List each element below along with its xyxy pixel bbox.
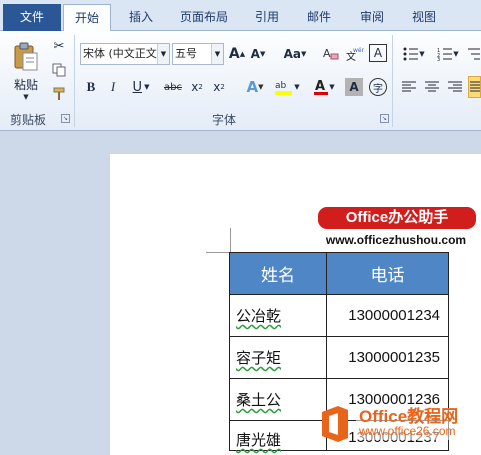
align-center-icon[interactable]	[423, 77, 441, 97]
phonetic-guide-icon[interactable]: 文 wén	[345, 44, 365, 64]
shrink-font-icon[interactable]: A ▼	[249, 44, 267, 64]
strikethrough-icon[interactable]: abc	[162, 77, 184, 97]
watermark-title: Office教程网	[359, 407, 459, 426]
site-watermark: Office教程网 www.office26.com	[318, 404, 462, 444]
tab-review[interactable]: 审阅	[350, 4, 394, 31]
font-group-label: 字体	[212, 113, 237, 127]
name-text: 桑土公	[236, 392, 282, 409]
bold-icon[interactable]: B	[82, 77, 100, 97]
character-border-icon[interactable]: A	[369, 44, 387, 62]
clipboard-group-label: 剪贴板	[10, 113, 47, 127]
change-case-icon[interactable]: Aa ▼	[281, 44, 309, 64]
justify-icon[interactable]	[468, 76, 481, 98]
paste-dropdown-icon[interactable]: ▼	[23, 93, 28, 101]
svg-text:A: A	[323, 47, 331, 60]
tab-insert[interactable]: 插入	[119, 4, 163, 31]
name-text: 唐光雄	[236, 432, 282, 449]
tab-home[interactable]: 开始	[63, 4, 111, 32]
format-painter-icon[interactable]	[50, 85, 68, 103]
font-name-combobox[interactable]: 宋体 (中文正文 ▼	[80, 43, 170, 65]
multilevel-list-icon[interactable]	[466, 44, 481, 64]
font-name-value: 宋体 (中文正文	[83, 47, 157, 60]
table-header-row: 姓名 电话	[229, 252, 449, 295]
font-size-value: 五号	[175, 47, 197, 60]
ribbon-home: 粘贴 ▼ ✂ 剪贴板 ↘ 宋体 (中文正文 ▼ 五号 ▼ A ▲ A ▼ Aa ▼ A…	[0, 31, 481, 131]
svg-text:wén: wén	[353, 47, 364, 54]
office-logo-icon	[322, 406, 348, 442]
align-right-icon[interactable]	[446, 77, 464, 97]
table-row: 公冶乾 13000001234	[229, 294, 449, 337]
watermark-url: www.office26.com	[359, 424, 456, 438]
chevron-down-icon[interactable]: ▼	[211, 44, 223, 64]
svg-text:3: 3	[437, 57, 440, 61]
margin-mark	[206, 252, 230, 253]
grow-font-icon[interactable]: A ▲	[228, 44, 246, 64]
svg-text:A: A	[315, 79, 325, 94]
clear-formatting-icon[interactable]: A	[321, 44, 341, 64]
table-row: 容子矩 13000001235	[229, 336, 449, 379]
name-text: 公冶乾	[236, 308, 282, 325]
font-size-combobox[interactable]: 五号 ▼	[172, 43, 224, 65]
superscript-icon[interactable]: x2	[210, 77, 228, 97]
copy-icon[interactable]	[50, 61, 68, 79]
font-color-icon[interactable]: A ▼	[310, 77, 338, 97]
align-left-icon[interactable]	[400, 77, 418, 97]
table-header-cell[interactable]: 姓名	[229, 252, 327, 295]
brand-badge: Office办公助手	[318, 207, 476, 229]
chevron-down-icon[interactable]: ▼	[157, 44, 169, 64]
tab-references[interactable]: 引用	[245, 4, 289, 31]
ribbon-tab-bar: 文件 开始 插入 页面布局 引用 邮件 审阅 视图	[0, 0, 481, 32]
tab-view[interactable]: 视图	[402, 4, 446, 31]
clipboard-launcher-icon[interactable]: ↘	[61, 114, 70, 123]
cut-icon[interactable]: ✂	[50, 37, 68, 55]
phone-cell[interactable]: 13000001235	[326, 336, 449, 379]
svg-text:ab: ab	[275, 81, 287, 91]
tab-file[interactable]: 文件	[3, 4, 61, 31]
brand-url: www.officezhushou.com	[325, 233, 467, 247]
table-header-cell[interactable]: 电话	[326, 252, 449, 295]
name-cell[interactable]: 唐光雄	[229, 420, 327, 451]
underline-icon[interactable]: U ▼	[128, 77, 154, 97]
italic-icon[interactable]: I	[104, 77, 122, 97]
paste-label: 粘贴	[13, 77, 38, 92]
group-divider	[392, 35, 393, 127]
font-launcher-icon[interactable]: ↘	[380, 114, 389, 123]
paste-button[interactable]: 粘贴 ▼	[8, 37, 44, 105]
name-cell[interactable]: 桑土公	[229, 378, 327, 421]
enclose-characters-icon[interactable]: 字	[369, 78, 387, 96]
phone-cell[interactable]: 13000001234	[326, 294, 449, 337]
tab-mailings[interactable]: 邮件	[297, 4, 341, 31]
name-text: 容子矩	[236, 350, 282, 367]
text-highlight-icon[interactable]: ab ▼	[272, 77, 302, 97]
tab-page-layout[interactable]: 页面布局	[172, 4, 236, 31]
text-effects-icon[interactable]: A ▼	[242, 77, 268, 97]
name-cell[interactable]: 容子矩	[229, 336, 327, 379]
bullets-icon[interactable]: ▼	[400, 44, 428, 64]
character-shading-icon[interactable]: A	[345, 78, 363, 96]
name-cell[interactable]: 公冶乾	[229, 294, 327, 337]
numbering-icon[interactable]: 123 ▼	[434, 44, 462, 64]
paste-icon	[14, 42, 38, 70]
subscript-icon[interactable]: x2	[188, 77, 206, 97]
group-divider	[74, 35, 75, 127]
margin-mark	[230, 228, 231, 252]
